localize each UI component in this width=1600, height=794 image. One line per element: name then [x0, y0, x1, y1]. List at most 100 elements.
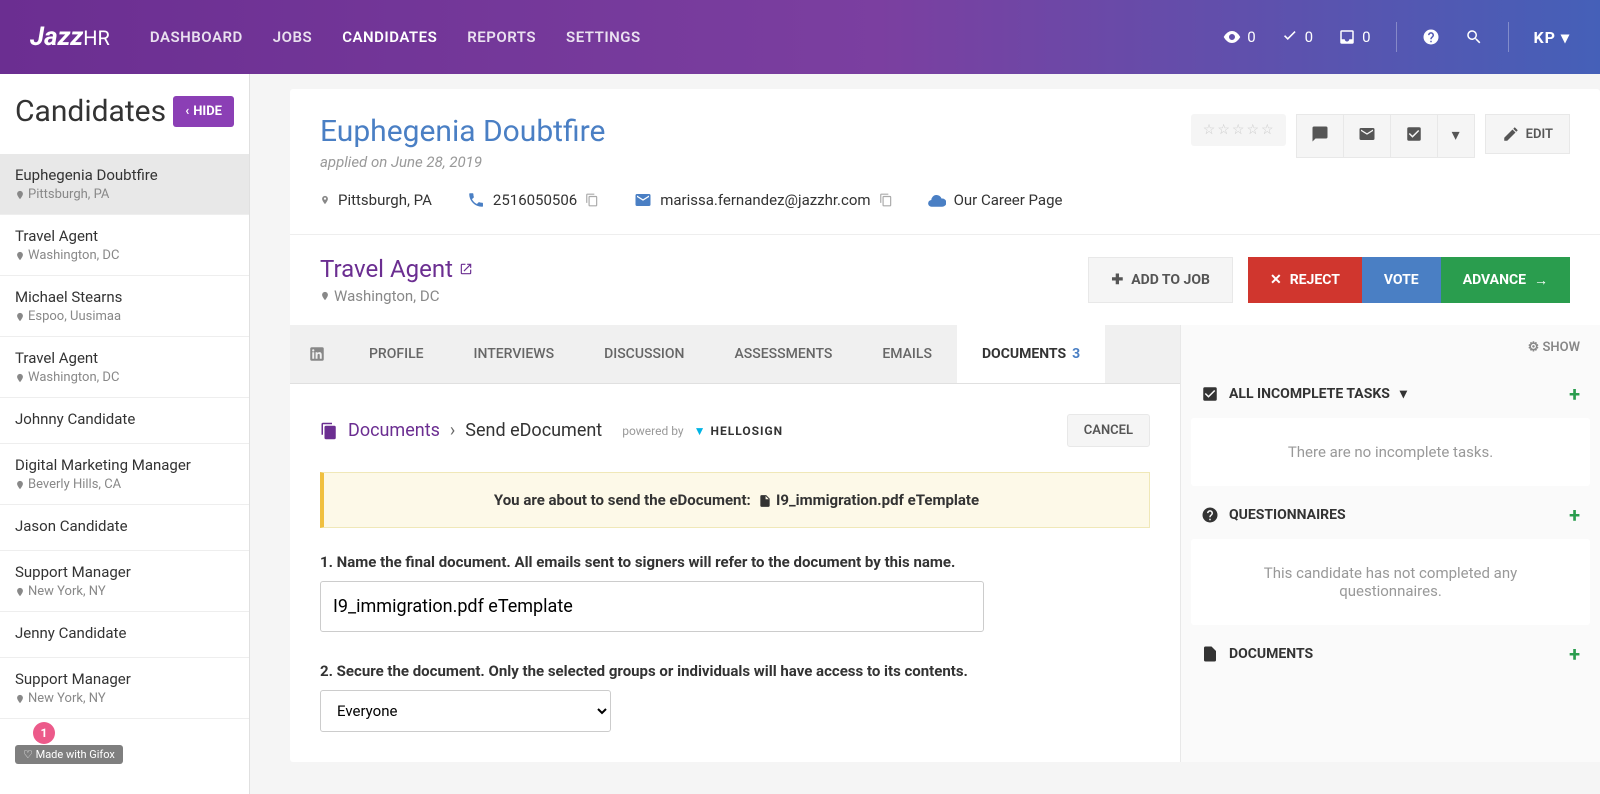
questionnaires-empty: This candidate has not completed any que…: [1191, 539, 1590, 625]
envelope-icon: [1358, 125, 1376, 143]
powered-by-label: powered by: [622, 424, 683, 438]
job-location: Washington, DC: [320, 287, 473, 305]
source-field: Our Career Page: [928, 191, 1063, 209]
sidebar: Candidates ‹ HIDE Euphegenia DoubtfirePi…: [0, 74, 250, 794]
nav-settings[interactable]: SETTINGS: [566, 28, 641, 46]
document-name-input[interactable]: [320, 581, 984, 632]
candidate-name[interactable]: Euphegenia Doubtfire: [320, 114, 605, 149]
phone-icon: [467, 191, 485, 209]
nav-candidates[interactable]: CANDIDATES: [342, 28, 437, 46]
nav-jobs[interactable]: JOBS: [273, 28, 312, 46]
header-right: 0 0 0 KP ▾: [1223, 22, 1570, 52]
questionnaires-header[interactable]: QUESTIONNAIRES+: [1181, 491, 1600, 539]
help-icon: [1201, 506, 1219, 524]
file-icon: [1201, 645, 1219, 663]
candidate-item[interactable]: Support ManagerNew York, NY: [0, 551, 249, 612]
nav-reports[interactable]: REPORTS: [467, 28, 536, 46]
security-select[interactable]: Everyone: [320, 690, 611, 732]
help-icon[interactable]: [1422, 28, 1440, 46]
tab-profile[interactable]: PROFILE: [344, 325, 449, 383]
external-link-icon: [459, 262, 473, 276]
tabs: PROFILE INTERVIEWS DISCUSSION ASSESSMENT…: [290, 325, 1180, 384]
cloud-icon: [928, 191, 946, 209]
file-icon: [758, 494, 772, 508]
email-button[interactable]: [1343, 114, 1390, 158]
candidate-item[interactable]: Digital Marketing ManagerBeverly Hills, …: [0, 444, 249, 505]
vote-button[interactable]: VOTE: [1362, 257, 1441, 303]
linkedin-icon: [308, 345, 326, 363]
add-task-button[interactable]: +: [1569, 382, 1580, 406]
tab-discussion[interactable]: DISCUSSION: [579, 325, 709, 383]
email-field[interactable]: marissa.fernandez@jazzhr.com: [634, 191, 892, 209]
checks-stat[interactable]: 0: [1281, 28, 1313, 46]
gifox-watermark: 1 ♡ Made with Gifox: [15, 730, 123, 764]
tab-interviews[interactable]: INTERVIEWS: [449, 325, 580, 383]
cancel-button[interactable]: CANCEL: [1067, 414, 1150, 447]
checkbox-icon: [1405, 125, 1423, 143]
copy-icon[interactable]: [879, 191, 893, 209]
phone-field[interactable]: 2516050506: [467, 191, 599, 209]
copy-icon[interactable]: [585, 191, 599, 209]
app-header: JazzHR DASHBOARD JOBS CANDIDATES REPORTS…: [0, 0, 1600, 74]
tasks-empty: There are no incomplete tasks.: [1191, 418, 1590, 486]
search-icon[interactable]: [1465, 28, 1483, 46]
main-nav: DASHBOARD JOBS CANDIDATES REPORTS SETTIN…: [150, 28, 1223, 46]
nav-dashboard[interactable]: DASHBOARD: [150, 28, 243, 46]
candidate-item[interactable]: Jenny Candidate: [0, 612, 249, 658]
linkedin-tab[interactable]: [290, 325, 344, 383]
add-questionnaire-button[interactable]: +: [1569, 503, 1580, 527]
sidebar-title: Candidates: [15, 94, 166, 129]
pin-icon: [320, 289, 330, 303]
tab-documents[interactable]: DOCUMENTS 3: [957, 325, 1105, 383]
inbox-stat[interactable]: 0: [1338, 28, 1370, 46]
tab-emails[interactable]: EMAILS: [857, 325, 957, 383]
send-alert: You are about to send the eDocument: I9_…: [320, 472, 1150, 528]
add-document-button[interactable]: +: [1569, 642, 1580, 666]
right-panel: ⚙ SHOW ALL INCOMPLETE TASKS ▾+ There are…: [1180, 325, 1600, 762]
candidate-item[interactable]: Johnny Candidate: [0, 398, 249, 444]
reject-button[interactable]: ✕ REJECT: [1248, 257, 1362, 303]
logo: JazzHR: [30, 22, 110, 52]
envelope-icon: [634, 191, 652, 209]
candidate-item[interactable]: Jason Candidate: [0, 505, 249, 551]
breadcrumb-documents[interactable]: Documents: [348, 420, 440, 441]
more-button[interactable]: ▾: [1437, 114, 1475, 158]
candidate-item[interactable]: Travel AgentWashington, DC: [0, 337, 249, 398]
step2-label: 2. Secure the document. Only the selecte…: [320, 662, 1150, 680]
advance-button[interactable]: ADVANCE →: [1441, 257, 1570, 303]
tasks-header[interactable]: ALL INCOMPLETE TASKS ▾+: [1181, 370, 1600, 418]
views-stat[interactable]: 0: [1223, 28, 1255, 46]
step1-label: 1. Name the final document. All emails s…: [320, 553, 1150, 571]
check-icon: [1281, 28, 1299, 46]
add-to-job-button[interactable]: ✚ ADD TO JOB: [1088, 257, 1232, 303]
tab-assessments[interactable]: ASSESSMENTS: [709, 325, 857, 383]
show-toggle[interactable]: ⚙ SHOW: [1181, 325, 1600, 370]
main-content: Euphegenia Doubtfire applied on June 28,…: [250, 74, 1600, 794]
candidate-item[interactable]: Michael StearnsEspoo, Uusimaa: [0, 276, 249, 337]
checkbox-icon: [1201, 385, 1219, 403]
edit-button[interactable]: EDIT: [1485, 114, 1570, 154]
breadcrumb-current: Send eDocument: [465, 420, 602, 441]
divider: [1396, 22, 1397, 52]
candidate-item[interactable]: Travel AgentWashington, DC: [0, 215, 249, 276]
documents-icon: [320, 422, 338, 440]
breadcrumb-sep: ›: [450, 420, 455, 441]
task-button[interactable]: [1390, 114, 1437, 158]
pin-icon: [320, 193, 330, 207]
hellosign-logo: ▼HELLOSIGN: [694, 424, 784, 438]
star-rating[interactable]: ☆☆☆☆☆: [1191, 114, 1286, 146]
candidate-list: Euphegenia DoubtfirePittsburgh, PATravel…: [0, 154, 249, 719]
candidate-item[interactable]: Support ManagerNew York, NY: [0, 658, 249, 719]
applied-date: applied on June 28, 2019: [320, 153, 605, 171]
hide-sidebar-button[interactable]: ‹ HIDE: [173, 96, 234, 127]
comment-icon: [1311, 125, 1329, 143]
comment-button[interactable]: [1296, 114, 1343, 158]
divider: [1508, 22, 1509, 52]
inbox-icon: [1338, 28, 1356, 46]
location-field: Pittsburgh, PA: [320, 191, 432, 209]
job-title[interactable]: Travel Agent: [320, 255, 473, 283]
documents-panel-header[interactable]: DOCUMENTS+: [1181, 630, 1600, 678]
eye-icon: [1223, 28, 1241, 46]
user-menu[interactable]: KP ▾: [1534, 28, 1571, 47]
candidate-item[interactable]: Euphegenia DoubtfirePittsburgh, PA: [0, 154, 249, 215]
